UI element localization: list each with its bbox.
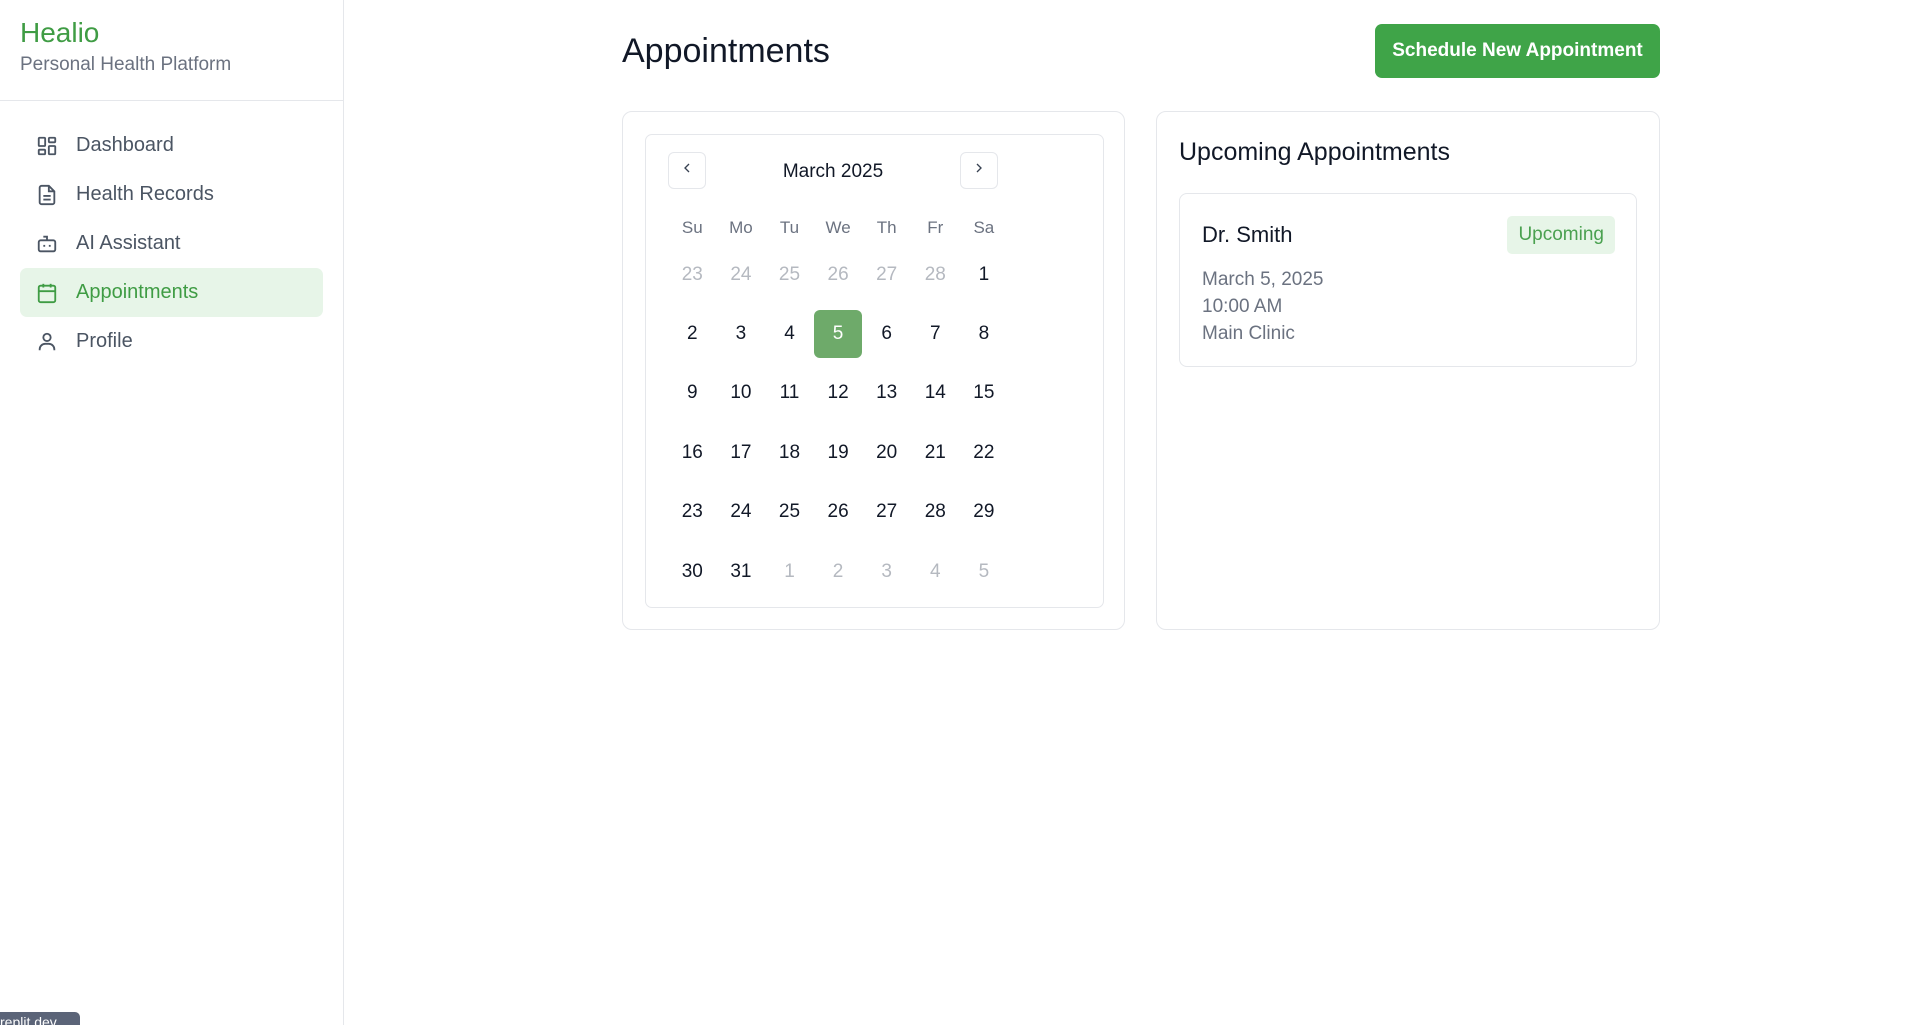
sidebar-item-label: Appointments [76,281,199,303]
user-icon [36,331,58,353]
calendar-header: March 2025 [646,135,1103,211]
calendar-day[interactable]: 23 [668,251,717,299]
calendar-week: 23 24 25 26 27 28 29 [668,483,1103,542]
calendar-day[interactable]: 2 [668,310,717,358]
calendar-day[interactable]: 24 [717,488,766,536]
calendar-day[interactable]: 26 [814,251,863,299]
weekday-label: We [825,218,851,237]
sidebar-item-label: AI Assistant [76,232,181,254]
calendar-day[interactable]: 18 [765,429,814,477]
calendar-day[interactable]: 10 [717,369,766,417]
calendar-day[interactable]: 27 [862,488,911,536]
calendar-week: 16 17 18 19 20 21 22 [668,423,1103,482]
calendar-icon [36,282,58,304]
calendar-day[interactable]: 20 [862,429,911,477]
brand-tagline: Personal Health Platform [20,54,232,75]
sidebar-item-dashboard[interactable]: Dashboard [20,121,323,170]
weekday-label: Fr [927,218,944,237]
calendar-day[interactable]: 21 [911,429,960,477]
calendar-day[interactable]: 3 [862,548,911,596]
sidebar-item-health-records[interactable]: Health Records [20,170,323,219]
calendar-day[interactable]: 16 [668,429,717,477]
calendar-day[interactable]: 4 [911,548,960,596]
bot-icon [36,233,58,255]
calendar-day[interactable]: 28 [911,251,960,299]
calendar-day[interactable]: 26 [814,488,863,536]
brand: Healio Personal Health Platform [0,0,343,101]
calendar-day[interactable]: 15 [960,369,1009,417]
app-root: Healio Personal Health Platform Dashboar… [0,0,1927,1025]
brand-name[interactable]: Healio [20,16,323,50]
status-badge: Upcoming [1507,216,1615,254]
next-month-button[interactable] [960,152,998,189]
calendar-day[interactable]: 31 [717,548,766,596]
calendar-card: March 2025 Su Mo Tu We Th Fr Sa 23 24 25 26… [622,111,1125,630]
weekday-label: Su [681,218,703,237]
weekday-label: Tu [779,218,800,237]
sidebar-item-profile[interactable]: Profile [20,317,323,366]
calendar-week: 23 24 25 26 27 28 1 [668,245,1103,304]
appointment-doctor: Dr. Smith [1202,222,1293,247]
calendar-day[interactable]: 29 [960,488,1009,536]
appointment-location: Main Clinic [1202,323,1295,344]
calendar-day[interactable]: 19 [814,429,863,477]
calendar-day[interactable]: 13 [862,369,911,417]
sidebar-item-label: Dashboard [76,134,174,156]
weekday-label: Th [876,218,897,237]
sidebar-nav: Dashboard Health Records AI Assistant Ap… [0,101,343,386]
calendar-weekdays: Su Mo Tu We Th Fr Sa [646,211,1103,245]
calendar-day[interactable]: 7 [911,310,960,358]
calendar-day[interactable]: 24 [717,251,766,299]
weekday-label: Mo [729,218,753,237]
calendar-day[interactable]: 28 [911,488,960,536]
environment-badge[interactable]: replit.dev [0,1012,80,1025]
calendar-week: 2345678 [668,304,1103,363]
weekday-label: Sa [973,218,995,237]
calendar-day[interactable]: 14 [911,369,960,417]
calendar: March 2025 Su Mo Tu We Th Fr Sa 23 24 25 26… [645,134,1104,608]
calendar-day[interactable]: 27 [862,251,911,299]
file-text-icon [36,184,58,206]
calendar-day[interactable]: 17 [717,429,766,477]
calendar-day[interactable]: 30 [668,548,717,596]
calendar-day[interactable]: 23 [668,488,717,536]
chevron-right-icon [971,160,987,181]
calendar-day[interactable]: 5 [960,548,1009,596]
upcoming-appointments-card: Upcoming Appointments Dr. Smith Upcoming… [1156,111,1660,630]
calendar-week: 30 31 1 2 3 4 5 [668,542,1103,601]
calendar-week: 9 10 11 12 13 14 15 [668,364,1103,423]
calendar-day[interactable]: 9 [668,369,717,417]
calendar-day[interactable]: 6 [862,310,911,358]
page-title: Appointments [622,32,830,70]
appointment-time: 10:00 AM [1202,296,1283,317]
calendar-day-selected[interactable]: 5 [813,310,863,359]
sidebar-item-label: Health Records [76,183,214,205]
layout-grid-icon [36,135,58,157]
appointment-details: March 5, 2025 10:00 AM Main Clinic [1202,266,1323,347]
calendar-day[interactable]: 22 [960,429,1009,477]
schedule-appointment-button[interactable]: Schedule New Appointment [1375,24,1660,78]
calendar-day[interactable]: 25 [765,251,814,299]
calendar-grid: 23 24 25 26 27 28 1 2 3 4 5 6 7 8 9 10 11 12 13 14 15 16 17 18 1… [646,245,1103,601]
calendar-day[interactable]: 12 [814,369,863,417]
calendar-day[interactable]: 11 [765,369,814,417]
sidebar-item-appointments[interactable]: Appointments [20,268,323,317]
sidebar-item-ai-assistant[interactable]: AI Assistant [20,219,323,268]
sidebar-item-label: Profile [76,330,133,352]
appointment-date: March 5, 2025 [1202,269,1324,290]
upcoming-title: Upcoming Appointments [1179,138,1450,166]
appointment-item[interactable]: Dr. Smith Upcoming March 5, 2025 10:00 A… [1179,193,1637,367]
calendar-day[interactable]: 25 [765,488,814,536]
calendar-day[interactable]: 3 [717,310,766,358]
calendar-day[interactable]: 4 [765,310,814,358]
calendar-day[interactable]: 1 [960,251,1009,299]
sidebar: Healio Personal Health Platform Dashboar… [0,0,344,1025]
calendar-day[interactable]: 8 [960,310,1009,358]
calendar-day[interactable]: 2 [814,548,863,596]
calendar-day[interactable]: 1 [765,548,814,596]
